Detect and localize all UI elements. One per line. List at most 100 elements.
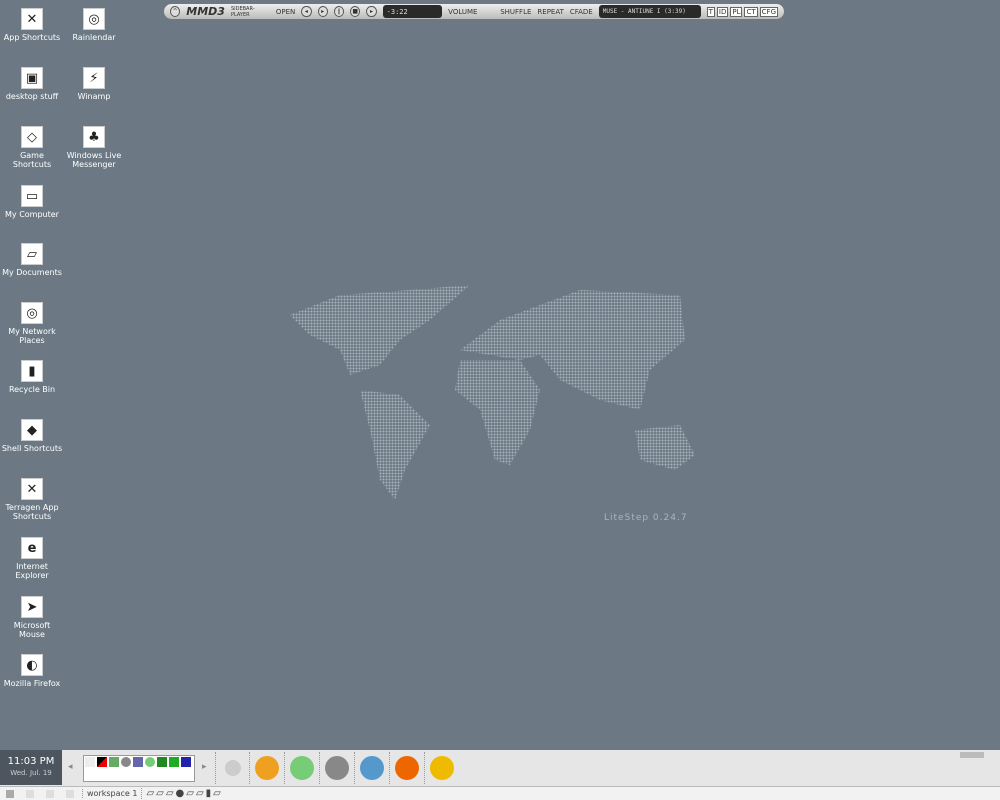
- desktop-icon-glyph: ◇: [21, 126, 43, 148]
- desktop-1-button[interactable]: [6, 789, 14, 798]
- pager-handle[interactable]: [960, 752, 984, 758]
- desktop-icon-label: Recycle Bin: [8, 385, 56, 394]
- quicklaunch-messenger[interactable]: [354, 752, 388, 784]
- desktop-icon[interactable]: ✕ Terragen App Shortcuts: [1, 478, 63, 521]
- tray-icon[interactable]: [133, 757, 143, 767]
- open-button[interactable]: OPEN: [276, 8, 295, 16]
- desktop-icon-glyph: ✕: [21, 8, 43, 30]
- desktop-icon-label: Terragen App Shortcuts: [5, 503, 59, 521]
- workspace-label: workspace 1: [82, 789, 141, 798]
- next-button[interactable]: ▸: [366, 6, 377, 17]
- litestep-icon: [224, 760, 241, 776]
- desktop-icon[interactable]: ✕ App Shortcuts: [1, 8, 63, 42]
- desktop-icon[interactable]: e Internet Explorer: [1, 537, 63, 580]
- quicklaunch-messenger-chat[interactable]: [284, 752, 318, 784]
- workspace-bar: workspace 1 ▱▱▱●▱▱▮▱: [0, 786, 1000, 800]
- tray-icon[interactable]: [157, 757, 167, 767]
- desktop-icon[interactable]: ▭ My Computer: [1, 185, 63, 219]
- desktop-icon[interactable]: ◎ Rainlendar: [63, 8, 125, 42]
- quicklaunch-sw[interactable]: [424, 752, 458, 784]
- player-tab[interactable]: PL: [730, 6, 743, 17]
- desktop-icon[interactable]: ◐ Mozilla Firefox: [1, 654, 63, 688]
- desktop-icon-label: Windows Live Messenger: [66, 151, 122, 169]
- tray-icon[interactable]: [169, 757, 179, 767]
- pause-button[interactable]: ∥: [333, 6, 345, 17]
- world-map-wallpaper: [290, 285, 695, 500]
- tray-icon[interactable]: [109, 757, 119, 767]
- sw-icon: [429, 756, 454, 780]
- desktop-icon-glyph: e: [21, 537, 43, 559]
- player-tab[interactable]: T: [706, 6, 715, 17]
- desktop-icon-glyph: ◎: [83, 8, 105, 30]
- clock-date: Wed. Jul. 19: [10, 769, 52, 777]
- quicklaunch-firefox[interactable]: [389, 752, 423, 784]
- tray-icon[interactable]: [181, 757, 191, 767]
- desktop-icon-glyph: ▣: [21, 67, 43, 89]
- system-monitor-icon: [324, 756, 349, 780]
- player-tab[interactable]: CFG: [759, 6, 778, 17]
- time-display: -3:22: [382, 5, 443, 18]
- desktop-icon-label: App Shortcuts: [3, 33, 61, 42]
- tray-icon[interactable]: [121, 757, 131, 767]
- desktop-icon-glyph: ✕: [21, 478, 43, 500]
- player-sublogo: SIDEBAR-PLAYER: [230, 5, 255, 18]
- player-tab[interactable]: ID: [716, 6, 729, 17]
- desktop-icon[interactable]: ◇ Game Shortcuts: [1, 126, 63, 169]
- desktop-icon-label: Game Shortcuts: [12, 151, 52, 169]
- tray-right-arrow[interactable]: ▸: [202, 762, 207, 772]
- desktop-icon[interactable]: ⚡ Winamp: [63, 67, 125, 101]
- desktop-icon[interactable]: ▣ desktop stuff: [1, 67, 63, 101]
- repeat-button[interactable]: REPEAT: [537, 8, 563, 16]
- litestep-logo: LiteStep 0.24.7: [604, 513, 688, 523]
- player-logo: MMD3: [186, 5, 225, 18]
- litestep-button[interactable]: [215, 752, 249, 784]
- desktop-icon-label: Microsoft Mouse: [13, 621, 51, 639]
- tray-icon-hand[interactable]: [85, 757, 95, 767]
- desktop-icon-label: desktop stuff: [5, 92, 59, 101]
- desktop-icon[interactable]: ◎ My Network Places: [1, 302, 63, 345]
- desktop-icon-label: Rainlendar: [72, 33, 116, 42]
- play-button[interactable]: ▸: [317, 6, 328, 17]
- player-tab[interactable]: CT: [744, 6, 758, 17]
- track-display: MUSE - ANTIUNE I (3:39): [598, 5, 701, 18]
- minimize-button[interactable]: ^: [170, 6, 181, 17]
- prev-button[interactable]: ◂: [301, 6, 312, 17]
- tray-left-arrow[interactable]: ◂: [68, 762, 73, 772]
- desktop-icon-glyph: ▭: [21, 185, 43, 207]
- desktop-icon[interactable]: ▱ My Documents: [1, 243, 63, 277]
- desktop-icon[interactable]: ♣ Windows Live Messenger: [63, 126, 125, 169]
- quicklaunch-system-monitor[interactable]: [319, 752, 353, 784]
- tray-icon[interactable]: [145, 757, 155, 767]
- desktop-3-button[interactable]: [46, 789, 54, 798]
- cfade-button[interactable]: CFADE: [570, 8, 593, 16]
- tray-icon[interactable]: [97, 757, 107, 767]
- system-tray: [83, 755, 195, 782]
- stop-button[interactable]: ■: [350, 6, 361, 17]
- desktop-icon-label: Internet Explorer: [15, 562, 49, 580]
- clock-time: 11:03 PM: [7, 756, 55, 767]
- taskbar: 11:03 PM Wed. Jul. 19 ◂ ▸ workspace 1 ▱▱…: [0, 750, 1000, 800]
- shuffle-button[interactable]: SHUFFLE: [500, 8, 531, 16]
- desktop-icon-label: Shell Shortcuts: [1, 444, 63, 453]
- volume-slider[interactable]: VOLUME: [448, 8, 494, 16]
- desktop-icon-label: My Computer: [5, 210, 59, 219]
- desktop-icon-glyph: ▱: [21, 243, 43, 265]
- desktop-icon[interactable]: ◆ Shell Shortcuts: [1, 419, 63, 453]
- desktop-icon-label: My Network Places: [8, 327, 56, 345]
- task-buttons[interactable]: ▱▱▱●▱▱▮▱: [141, 788, 222, 799]
- desktop-icon[interactable]: ➤ Microsoft Mouse: [1, 596, 63, 639]
- desktop-4-button[interactable]: [66, 789, 74, 798]
- desktop-icon-glyph: ⚡: [83, 67, 105, 89]
- quicklaunch-winamp[interactable]: [249, 752, 283, 784]
- messenger-chat-icon: [289, 756, 314, 780]
- desktop-2-button[interactable]: [26, 789, 34, 798]
- desktop-icon-label: My Documents: [2, 268, 62, 277]
- desktop-icon-glyph: ➤: [21, 596, 43, 618]
- desktop-icon-label: Mozilla Firefox: [3, 679, 61, 688]
- desktop-icon-glyph: ◆: [21, 419, 43, 441]
- desktop-icon-glyph: ♣: [83, 126, 105, 148]
- media-player: ^ MMD3 SIDEBAR-PLAYER OPEN ◂ ▸ ∥ ■ ▸ -3:…: [163, 3, 785, 20]
- desktop-icon-glyph: ◐: [21, 654, 43, 676]
- desktop-icon[interactable]: ▮ Recycle Bin: [1, 360, 63, 394]
- clock[interactable]: 11:03 PM Wed. Jul. 19: [0, 750, 62, 785]
